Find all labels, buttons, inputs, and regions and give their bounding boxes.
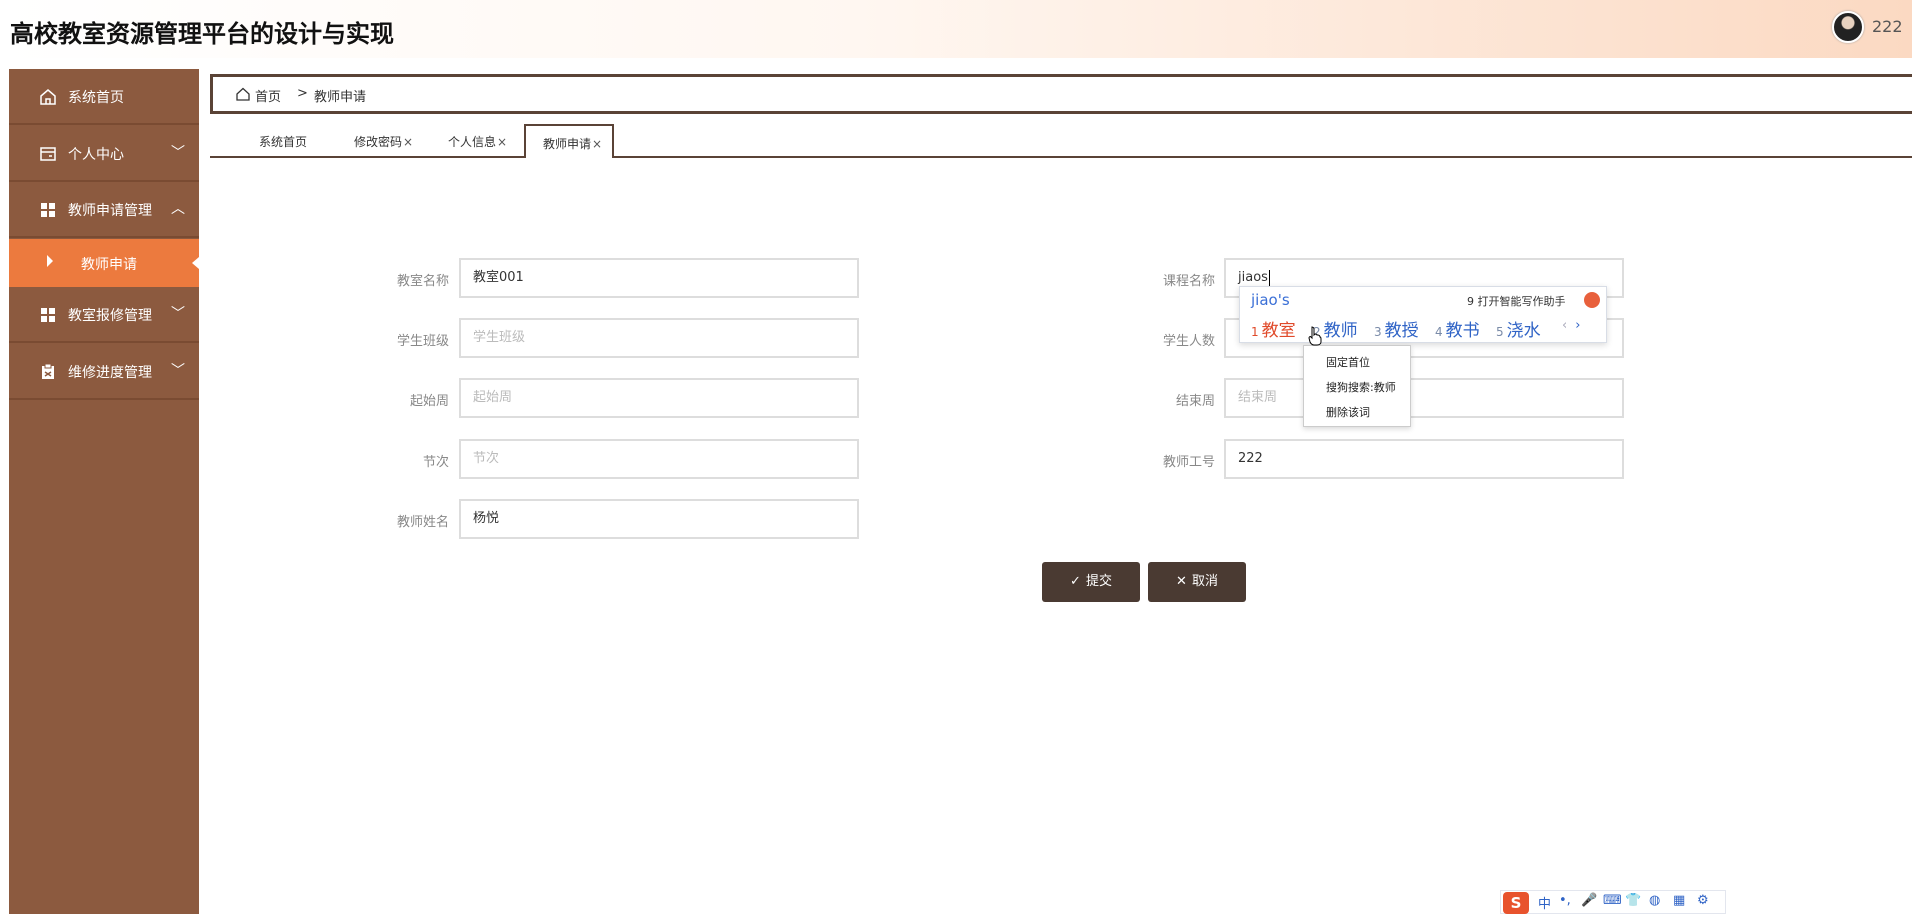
sidebar-item-label: 教室报修管理 xyxy=(68,308,152,324)
ime-candidate[interactable]: 4 教书 xyxy=(1435,316,1480,341)
ime-candidate[interactable]: 1 教室 xyxy=(1251,316,1296,341)
submit-button-label: 提交 xyxy=(1085,574,1112,589)
sidebar-item-repair-progress[interactable]: 维修进度管理 ﹀ xyxy=(9,344,199,400)
sidebar-item-label: 个人中心 xyxy=(68,147,124,163)
ime-candidate[interactable]: 5 浇水 xyxy=(1496,316,1541,341)
end-week-input[interactable]: 结束周 xyxy=(1224,378,1624,418)
gear-icon[interactable]: ⚙ xyxy=(1697,893,1709,908)
grid-icon xyxy=(41,308,55,322)
ime-context-menu: 固定首位 搜狗搜索:教师 删除该词 xyxy=(1303,345,1411,427)
tab-personal-info[interactable]: 个人信息× xyxy=(448,124,507,156)
assistant-icon[interactable] xyxy=(1584,292,1600,308)
breadcrumb-home[interactable]: 首页 xyxy=(255,86,281,105)
breadcrumb-separator: > xyxy=(297,86,308,101)
teacher-name-label: 教师姓名 xyxy=(396,515,449,530)
tab-label: 系统首页 xyxy=(259,135,308,149)
ime-page-nav[interactable]: ‹ › xyxy=(1562,318,1580,333)
chevron-down-icon: ﹀ xyxy=(171,363,185,379)
close-icon[interactable]: × xyxy=(403,135,413,149)
next-page-icon[interactable]: › xyxy=(1575,318,1580,333)
punctuation-icon[interactable]: •, xyxy=(1559,893,1571,908)
end-week-label: 结束周 xyxy=(1175,394,1215,409)
username[interactable]: 222 xyxy=(1872,17,1903,36)
sidebar-item-repair-mgmt[interactable]: 教室报修管理 ﹀ xyxy=(9,287,199,343)
context-menu-item[interactable]: 固定首位 xyxy=(1326,354,1370,370)
ime-candidate[interactable]: 3 教授 xyxy=(1374,316,1419,341)
home-icon xyxy=(40,89,56,105)
tab-bar: 系统首页 修改密码× 个人信息× 教师申请× xyxy=(210,124,1912,158)
active-indicator xyxy=(192,257,199,269)
student-class-input[interactable]: 学生班级 xyxy=(459,318,859,358)
app-title: 高校教室资源管理平台的设计与实现 xyxy=(10,20,394,48)
home-icon[interactable] xyxy=(236,87,250,101)
teacher-id-label: 教师工号 xyxy=(1162,455,1215,470)
ime-mode-toggle[interactable]: 中 xyxy=(1538,893,1551,912)
wallet-icon xyxy=(40,147,56,161)
tab-label: 个人信息 xyxy=(448,135,497,149)
course-name-value: jiaos xyxy=(1238,270,1268,285)
sidebar-item-label: 教师申请管理 xyxy=(68,203,152,219)
sidebar-item-label: 系统首页 xyxy=(68,90,124,106)
tab-label: 修改密码 xyxy=(354,135,403,149)
teacher-name-input[interactable]: 杨悦 xyxy=(459,499,859,539)
cancel-button-label: 取消 xyxy=(1191,574,1218,589)
robot-icon[interactable]: ◍ xyxy=(1649,893,1660,908)
teacher-id-input[interactable]: 222 xyxy=(1224,439,1624,479)
student-count-label: 学生人数 xyxy=(1162,334,1215,349)
ime-candidate-popup: jiao's 9 打开智能写作助手 1 教室 2 教师 3 教授 4 教书 5 浇水 ‹ › xyxy=(1239,286,1607,343)
sidebar-item-teacher-apply-mgmt[interactable]: 教师申请管理 ︿ xyxy=(9,182,199,238)
close-icon[interactable]: × xyxy=(592,137,602,151)
chevron-down-icon: ﹀ xyxy=(171,306,185,322)
top-header: 高校教室资源管理平台的设计与实现 222 xyxy=(0,0,1912,58)
caret-right-icon xyxy=(47,255,53,267)
ime-assist-link[interactable]: 9 打开智能写作助手 xyxy=(1467,293,1566,309)
cancel-button[interactable]: ✕ 取消 xyxy=(1148,562,1246,602)
classroom-name-label: 教室名称 xyxy=(396,274,449,289)
student-class-label: 学生班级 xyxy=(396,334,449,349)
grid-icon xyxy=(41,203,55,217)
chevron-down-icon: ﹀ xyxy=(171,145,185,161)
ime-composition: jiao's xyxy=(1251,291,1290,309)
breadcrumb: 首页 > 教师申请 xyxy=(210,74,1912,114)
breadcrumb-current: 教师申请 xyxy=(314,90,367,105)
keyboard-icon[interactable]: ⌨ xyxy=(1603,893,1622,908)
sidebar-item-label: 维修进度管理 xyxy=(68,365,152,381)
apps-grid-icon[interactable]: ▦ xyxy=(1673,893,1685,908)
sidebar-item-personal-center[interactable]: 个人中心 ﹀ xyxy=(9,126,199,182)
ime-toolbar: S 中 •, 🎤 ⌨ 👕 ◍ ▦ ⚙ xyxy=(1500,890,1726,914)
hand-cursor-icon xyxy=(1308,326,1322,346)
start-week-input[interactable]: 起始周 xyxy=(459,378,859,418)
tab-label: 教师申请 xyxy=(543,137,592,151)
tab-change-password[interactable]: 修改密码× xyxy=(354,124,413,156)
session-label: 节次 xyxy=(422,455,449,470)
context-menu-item[interactable]: 搜狗搜索:教师 xyxy=(1326,379,1396,395)
submit-button[interactable]: ✓ 提交 xyxy=(1042,562,1140,602)
close-icon[interactable]: × xyxy=(497,135,507,149)
context-menu-item[interactable]: 删除该词 xyxy=(1326,404,1370,420)
session-input[interactable]: 节次 xyxy=(459,439,859,479)
chevron-up-icon: ︿ xyxy=(171,201,185,217)
clipboard-icon xyxy=(42,363,54,379)
sidebar-subitem-teacher-apply[interactable]: 教师申请 xyxy=(9,239,199,287)
sidebar-subitem-label: 教师申请 xyxy=(81,257,137,273)
tab-teacher-apply[interactable]: 教师申请× xyxy=(524,124,614,158)
skin-icon[interactable]: 👕 xyxy=(1625,893,1641,908)
prev-page-icon[interactable]: ‹ xyxy=(1562,318,1567,333)
close-icon: ✕ xyxy=(1176,574,1187,589)
start-week-label: 起始周 xyxy=(409,394,449,409)
classroom-name-input[interactable]: 教室001 xyxy=(459,258,859,298)
text-caret xyxy=(1268,269,1270,286)
check-icon: ✓ xyxy=(1070,574,1081,589)
course-name-label: 课程名称 xyxy=(1162,274,1215,289)
sidebar-item-home[interactable]: 系统首页 xyxy=(9,69,199,125)
microphone-icon[interactable]: 🎤 xyxy=(1581,893,1597,908)
sidebar: 系统首页 个人中心 ﹀ 教师申请管理 ︿ 教师申请 教室报修管理 ﹀ 维修进度管… xyxy=(9,69,199,914)
tab-home[interactable]: 系统首页 xyxy=(259,124,307,156)
user-avatar[interactable] xyxy=(1832,11,1864,43)
sogou-logo-icon[interactable]: S xyxy=(1503,892,1529,914)
